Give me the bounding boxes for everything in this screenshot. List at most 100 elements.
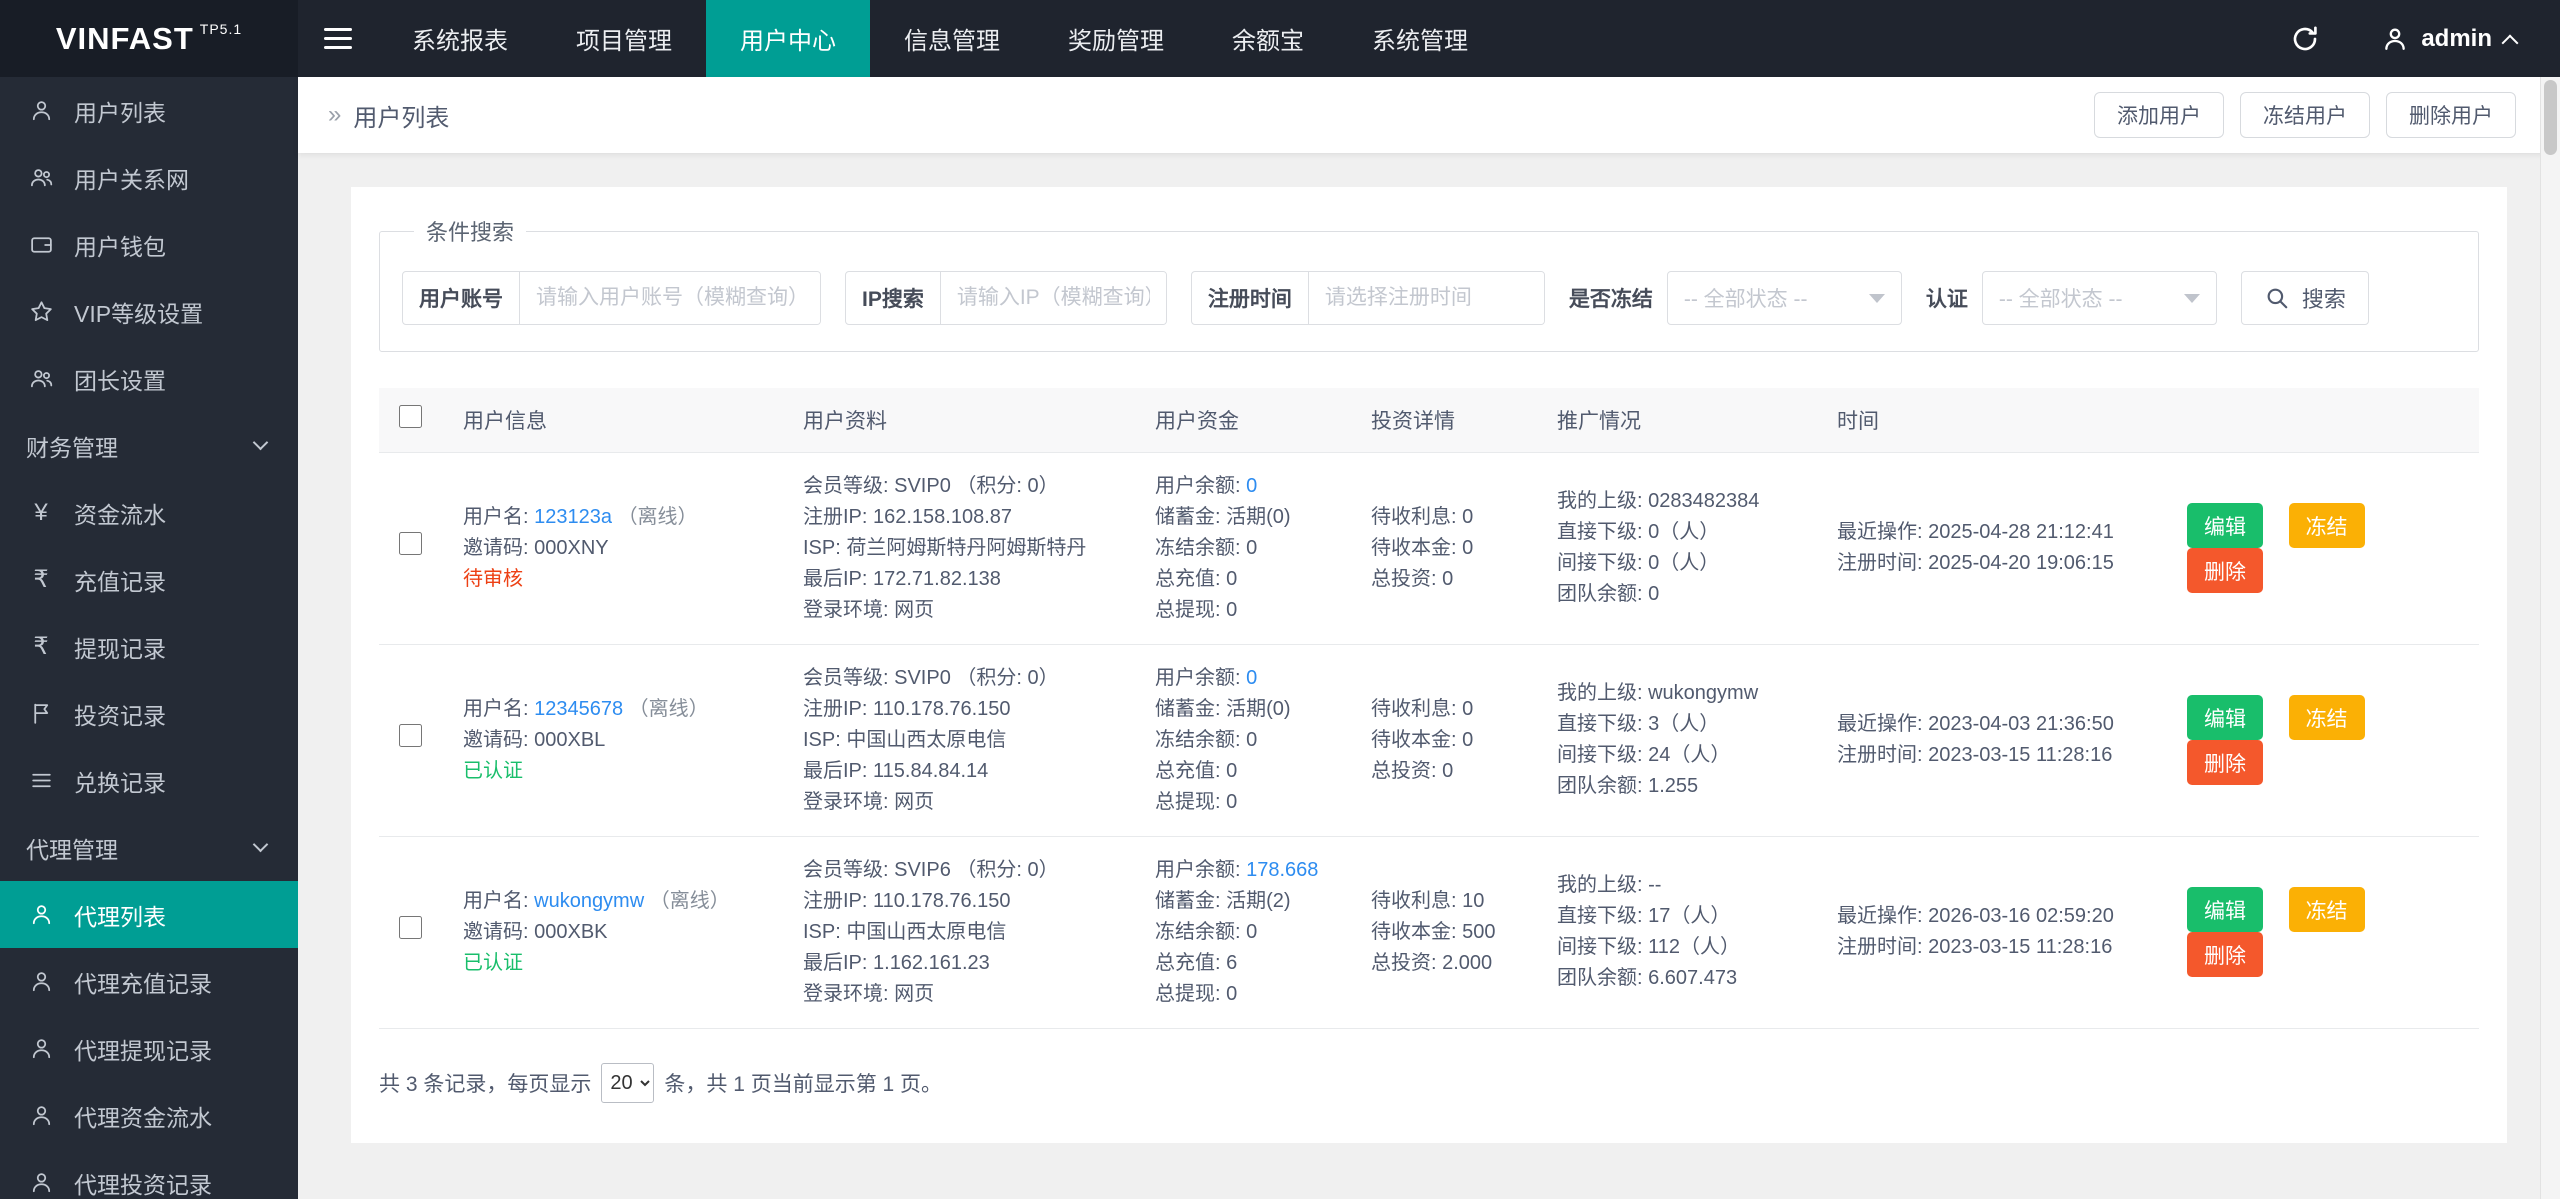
sidebar-item-exchange-records[interactable]: 兑换记录 <box>0 747 298 814</box>
auth-select[interactable]: -- 全部状态 -- <box>1981 271 2217 325</box>
sidebar-item-vip-level-settings[interactable]: VIP等级设置 <box>0 278 298 345</box>
sidebar-item-agent-list[interactable]: 代理列表 <box>0 881 298 948</box>
delete-button[interactable]: 删除 <box>2187 740 2263 785</box>
invite-label: 邀请码: <box>463 536 529 559</box>
add-user-button[interactable]: 添加用户 <box>2094 92 2224 138</box>
funds-line: 总充值: 6 <box>1155 951 1238 974</box>
auth-status-group: 认证 -- 全部状态 -- <box>1926 271 2217 325</box>
delete-button[interactable]: 删除 <box>2187 932 2263 977</box>
row-checkbox[interactable] <box>399 723 422 747</box>
delete-user-button[interactable]: 删除用户 <box>2386 92 2516 138</box>
sidebar-item-label: VIP等级设置 <box>74 300 204 327</box>
sidebar-item-leader-settings[interactable]: 团长设置 <box>0 345 298 412</box>
sidebar-item-label: 投资记录 <box>74 702 166 729</box>
freeze-user-button[interactable]: 冻结用户 <box>2240 92 2370 138</box>
promo-line: 间接下级: 112（人） <box>1557 936 1740 958</box>
sidebar-item-fund-flow[interactable]: ¥ 资金流水 <box>0 479 298 546</box>
column-header-user-profile: 用户资料 <box>789 388 1141 453</box>
person-icon <box>26 98 56 123</box>
account-input[interactable] <box>520 272 820 324</box>
freeze-status-group: 是否冻结 -- 全部状态 -- <box>1569 271 1902 325</box>
nav-item-user-center[interactable]: 用户中心 <box>706 0 870 77</box>
people-icon <box>26 366 56 391</box>
edit-button[interactable]: 编辑 <box>2187 887 2263 932</box>
sidebar: 用户列表 用户关系网 用户钱包 VIP等级设置 团长设置 财务管理 ¥ 资金流水… <box>0 77 298 1199</box>
row-checkbox[interactable] <box>399 915 422 939</box>
sidebar-item-label: 用户列表 <box>74 99 166 126</box>
sidebar-item-recharge-records[interactable]: ₹ 充值记录 <box>0 546 298 613</box>
sidebar-item-label: 代理列表 <box>74 903 166 930</box>
rupee-icon: ₹ <box>33 566 49 593</box>
balance-value[interactable]: 0 <box>1246 475 1257 497</box>
promo-line: 间接下级: 24（人） <box>1557 744 1731 766</box>
chevron-down-icon <box>1868 293 1885 303</box>
admin-username: admin <box>2421 24 2492 52</box>
freeze-button[interactable]: 冻结 <box>2288 887 2365 932</box>
row-checkbox[interactable] <box>399 531 422 555</box>
search-legend: 条件搜索 <box>426 220 515 245</box>
per-page-select[interactable]: 20 <box>601 1062 655 1103</box>
online-status: （离线） <box>617 505 698 528</box>
balance-value[interactable]: 178.668 <box>1246 859 1318 881</box>
sidebar-item-user-network[interactable]: 用户关系网 <box>0 144 298 211</box>
time-line: 最近操作: 2023-04-03 21:36:50 <box>1837 713 2114 735</box>
nav-item-project-management[interactable]: 项目管理 <box>542 0 706 77</box>
sidebar-item-agent-withdrawal-records[interactable]: 代理提现记录 <box>0 1015 298 1082</box>
star-icon <box>26 299 56 324</box>
scrollbar[interactable] <box>2540 77 2560 1199</box>
column-header-invest-details: 投资详情 <box>1357 388 1543 453</box>
search-button[interactable]: 搜索 <box>2240 271 2369 325</box>
app-logo[interactable]: VINFAST TP5.1 <box>0 0 298 77</box>
hamburger-menu-icon[interactable] <box>298 0 378 77</box>
sidebar-item-agent-investment-records[interactable]: 代理投资记录 <box>0 1149 298 1199</box>
ip-input[interactable] <box>940 272 1166 324</box>
main-content: » 用户列表 添加用户 冻结用户 删除用户 条件搜索 用户账号 IP搜索 <box>298 77 2560 1199</box>
person-icon <box>2385 28 2406 50</box>
sidebar-item-withdrawal-records[interactable]: ₹ 提现记录 <box>0 613 298 680</box>
freeze-button[interactable]: 冻结 <box>2288 503 2365 548</box>
sidebar-item-user-list[interactable]: 用户列表 <box>0 77 298 144</box>
username-link[interactable]: wukongymw <box>534 890 644 912</box>
delete-button[interactable]: 删除 <box>2187 548 2263 593</box>
verified-status: 已认证 <box>463 759 523 782</box>
select-all-checkbox[interactable] <box>399 405 422 429</box>
username-link[interactable]: 123123a <box>534 506 612 528</box>
sidebar-group-agent-management[interactable]: 代理管理 <box>0 814 298 881</box>
freeze-status-select[interactable]: -- 全部状态 -- <box>1666 271 1902 325</box>
scrollbar-thumb[interactable] <box>2544 80 2557 155</box>
sidebar-group-finance-management[interactable]: 财务管理 <box>0 412 298 479</box>
username-link[interactable]: 12345678 <box>534 698 623 720</box>
user-table: 用户信息 用户资料 用户资金 投资详情 推广情况 时间 用户名: 123123a… <box>379 388 2479 1029</box>
nav-item-system-management[interactable]: 系统管理 <box>1338 0 1502 77</box>
register-time-input[interactable] <box>1308 272 1544 324</box>
balance-value[interactable]: 0 <box>1246 667 1257 689</box>
account-label: 用户账号 <box>403 272 520 324</box>
sidebar-item-agent-recharge-records[interactable]: 代理充值记录 <box>0 948 298 1015</box>
funds-line: 总充值: 0 <box>1155 567 1238 590</box>
online-status: （离线） <box>649 889 730 912</box>
invite-code: 000XNY <box>534 536 609 559</box>
logo-version-badge: TP5.1 <box>199 20 243 37</box>
nav-item-yuebao[interactable]: 余额宝 <box>1198 0 1338 77</box>
invest-line: 待收利息: 10 <box>1371 889 1485 912</box>
nav-item-system-report[interactable]: 系统报表 <box>378 0 542 77</box>
edit-button[interactable]: 编辑 <box>2187 503 2263 548</box>
person-icon <box>26 969 56 994</box>
freeze-status-value: -- 全部状态 -- <box>1683 288 1808 311</box>
yen-icon: ¥ <box>34 498 48 526</box>
search-fieldset: 条件搜索 用户账号 IP搜索 注册时间 是否冻结 <box>379 215 2479 352</box>
refresh-icon[interactable] <box>2289 23 2321 55</box>
admin-user-menu[interactable]: admin <box>2381 24 2519 53</box>
sidebar-item-label: 充值记录 <box>74 568 166 595</box>
sidebar-item-user-wallet[interactable]: 用户钱包 <box>0 211 298 278</box>
sidebar-item-investment-records[interactable]: 投资记录 <box>0 680 298 747</box>
search-button-label: 搜索 <box>2301 287 2346 312</box>
sidebar-item-agent-fund-flow[interactable]: 代理资金流水 <box>0 1082 298 1149</box>
freeze-button[interactable]: 冻结 <box>2288 695 2365 740</box>
nav-item-info-management[interactable]: 信息管理 <box>870 0 1034 77</box>
chevron-up-icon <box>2501 34 2519 51</box>
nav-item-reward-management[interactable]: 奖励管理 <box>1034 0 1198 77</box>
list-icon <box>26 768 56 793</box>
edit-button[interactable]: 编辑 <box>2187 695 2263 740</box>
profile-line: 会员等级: SVIP0 （积分: 0） <box>803 666 1059 689</box>
